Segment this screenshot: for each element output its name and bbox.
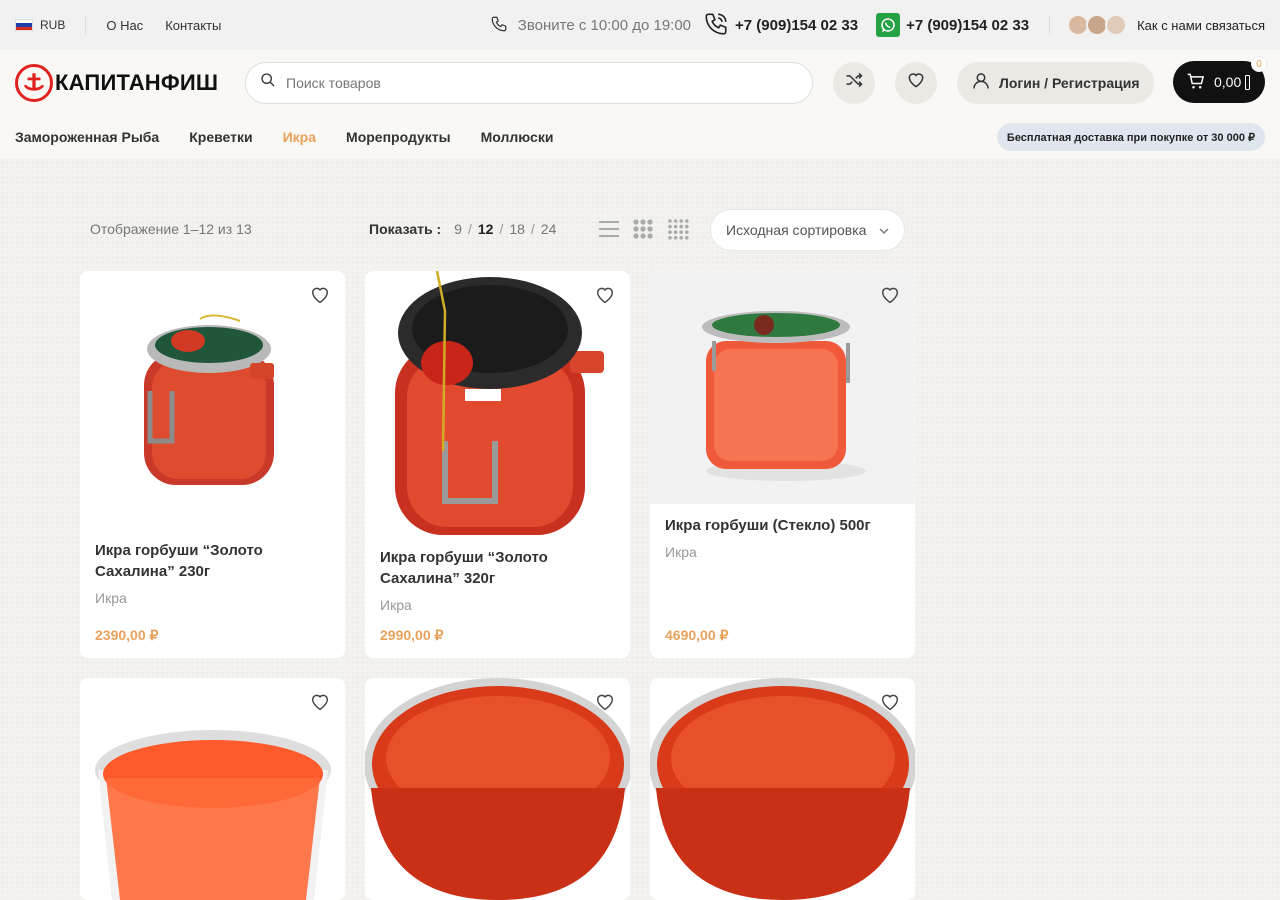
show-label: Показать : bbox=[369, 221, 442, 237]
currency-label: RUB bbox=[40, 18, 66, 32]
grid-3-view-icon[interactable] bbox=[632, 218, 654, 240]
product-title[interactable]: Икра горбуши “Золото Сахалина” 320г bbox=[380, 547, 615, 589]
heart-icon[interactable] bbox=[879, 691, 901, 713]
nav-item-frozen-fish[interactable]: Замороженная Рыба bbox=[15, 129, 159, 145]
whatsapp-icon[interactable] bbox=[876, 13, 901, 37]
separator: / bbox=[467, 221, 472, 237]
list-view-icon[interactable] bbox=[598, 218, 620, 240]
phone-icon bbox=[490, 15, 508, 36]
product-card[interactable] bbox=[365, 678, 630, 900]
product-card[interactable]: Икра горбуши “Золото Сахалина” 320г Икра… bbox=[365, 271, 630, 658]
chevron-down-icon bbox=[878, 224, 890, 240]
contacts-link[interactable]: Контакты bbox=[165, 18, 221, 33]
anchor-logo-icon bbox=[15, 63, 53, 102]
heart-icon[interactable] bbox=[594, 284, 616, 306]
heart-icon bbox=[906, 70, 926, 95]
call-hours-note: Звоните с 10:00 до 19:00 bbox=[517, 16, 692, 34]
russia-flag-icon bbox=[15, 19, 33, 31]
support-avatars bbox=[1067, 14, 1128, 36]
product-card[interactable] bbox=[80, 678, 345, 900]
product-image[interactable] bbox=[650, 678, 915, 900]
product-card[interactable]: Икра горбуши “Золото Сахалина” 230г Икра… bbox=[80, 271, 345, 658]
phone-number-link[interactable]: +7 (909)154 02 33 bbox=[735, 17, 858, 34]
shuffle-icon bbox=[844, 70, 864, 95]
heart-icon[interactable] bbox=[594, 691, 616, 713]
heart-icon[interactable] bbox=[309, 284, 331, 306]
product-price: 2990,00 ₽ bbox=[380, 627, 444, 643]
product-title[interactable]: Икра горбуши (Стекло) 500г bbox=[665, 515, 900, 536]
heart-icon[interactable] bbox=[309, 691, 331, 713]
divider bbox=[1049, 16, 1051, 34]
product-price: 2390,00 ₽ bbox=[95, 627, 159, 643]
currency-glyph-icon bbox=[1245, 74, 1251, 90]
compare-button[interactable] bbox=[833, 61, 875, 104]
product-category[interactable]: Икра bbox=[380, 597, 412, 613]
avatar bbox=[1105, 14, 1128, 36]
product-image[interactable] bbox=[80, 678, 345, 900]
per-page-option-9[interactable]: 9 bbox=[454, 221, 462, 237]
heart-icon[interactable] bbox=[879, 284, 901, 306]
sort-dropdown[interactable]: Исходная сортировка bbox=[710, 209, 905, 251]
wishlist-button[interactable] bbox=[895, 61, 937, 104]
header: КАПИТАНФИШ Логин / Регистрация 0,00 0 bbox=[0, 50, 1280, 115]
nav-item-shrimp[interactable]: Креветки bbox=[189, 129, 252, 145]
login-register-button[interactable]: Логин / Регистрация bbox=[957, 61, 1154, 104]
contact-us-link[interactable]: Как с нами связаться bbox=[1137, 18, 1265, 33]
per-page-selector: Показать : 9 / 12 / 18 / 24 bbox=[369, 221, 562, 237]
user-icon bbox=[971, 71, 991, 94]
per-page-option-18[interactable]: 18 bbox=[509, 221, 525, 237]
divider bbox=[85, 16, 87, 34]
site-logo[interactable]: КАПИТАНФИШ bbox=[15, 63, 230, 102]
phone-ring-icon bbox=[703, 11, 729, 40]
separator: / bbox=[499, 221, 504, 237]
free-shipping-badge: Бесплатная доставка при покупке от 30 00… bbox=[996, 123, 1265, 151]
per-page-option-12[interactable]: 12 bbox=[478, 221, 494, 237]
currency-switcher[interactable]: RUB bbox=[15, 18, 65, 32]
sort-value: Исходная сортировка bbox=[726, 222, 867, 238]
result-count: Отображение 1–12 из 13 bbox=[90, 221, 252, 237]
cart-count-badge: 0 bbox=[1251, 56, 1267, 72]
product-card[interactable]: Икра горбуши (Стекло) 500г Икра 4690,00 … bbox=[650, 271, 915, 658]
product-card[interactable] bbox=[650, 678, 915, 900]
product-category[interactable]: Икра bbox=[665, 544, 697, 560]
cart-button[interactable]: 0,00 0 bbox=[1173, 56, 1267, 103]
product-title[interactable]: Икра горбуши “Золото Сахалина” 230г bbox=[95, 540, 330, 582]
nav-item-seafood[interactable]: Морепродукты bbox=[346, 129, 451, 145]
grid-4-view-icon[interactable] bbox=[667, 218, 689, 240]
nav-item-caviar[interactable]: Икра bbox=[283, 129, 316, 145]
search-input[interactable] bbox=[286, 74, 766, 91]
login-label: Логин / Регистрация bbox=[999, 74, 1140, 91]
search-box[interactable] bbox=[245, 61, 813, 104]
whatsapp-number-link[interactable]: +7 (909)154 02 33 bbox=[906, 17, 1029, 34]
product-image[interactable] bbox=[80, 271, 345, 511]
main-nav: Замороженная Рыба Креветки Икра Морепрод… bbox=[0, 115, 1280, 159]
separator: / bbox=[530, 221, 535, 237]
about-link[interactable]: О Нас bbox=[106, 18, 143, 33]
cart-total: 0,00 bbox=[1214, 74, 1242, 90]
nav-item-mollusks[interactable]: Моллюски bbox=[481, 129, 554, 145]
top-bar: RUB О Нас Контакты Звоните с 10:00 до 19… bbox=[0, 0, 1280, 50]
product-image[interactable] bbox=[650, 271, 915, 504]
product-image[interactable] bbox=[365, 271, 630, 541]
logo-text: КАПИТАНФИШ bbox=[55, 69, 219, 95]
product-price: 4690,00 ₽ bbox=[665, 627, 729, 643]
search-icon bbox=[260, 72, 276, 93]
product-category[interactable]: Икра bbox=[95, 590, 127, 606]
product-image[interactable] bbox=[365, 678, 630, 900]
cart-icon bbox=[1186, 71, 1206, 94]
per-page-option-24[interactable]: 24 bbox=[541, 221, 557, 237]
